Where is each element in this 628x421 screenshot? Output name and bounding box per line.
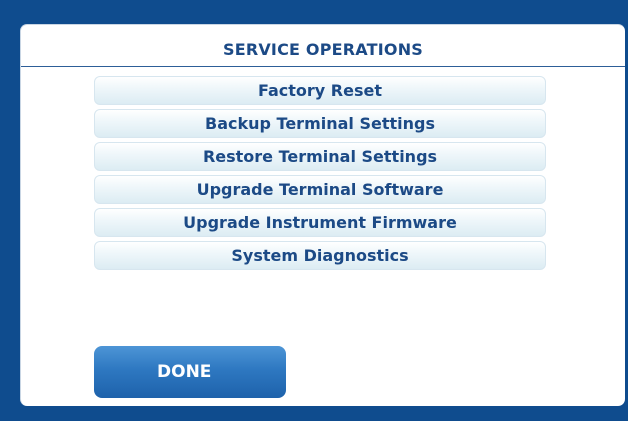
factory-reset-button[interactable]: Factory Reset — [94, 76, 546, 105]
backup-terminal-settings-button[interactable]: Backup Terminal Settings — [94, 109, 546, 138]
page-title: SERVICE OPERATIONS — [222, 40, 424, 59]
title-divider — [21, 66, 625, 67]
service-operations-menu: Factory Reset Backup Terminal Settings R… — [94, 76, 546, 274]
restore-terminal-settings-button[interactable]: Restore Terminal Settings — [94, 142, 546, 171]
upgrade-terminal-software-button[interactable]: Upgrade Terminal Software — [94, 175, 546, 204]
upgrade-instrument-firmware-button[interactable]: Upgrade Instrument Firmware — [94, 208, 546, 237]
system-diagnostics-button[interactable]: System Diagnostics — [94, 241, 546, 270]
service-operations-panel: SERVICE OPERATIONS Factory Reset Backup … — [20, 24, 625, 406]
screen: { "title": "SERVICE OPERATIONS", "menu":… — [0, 0, 628, 421]
done-button[interactable]: DONE — [94, 346, 286, 398]
